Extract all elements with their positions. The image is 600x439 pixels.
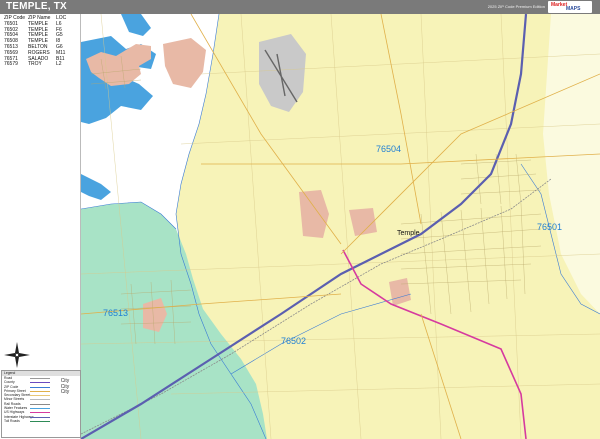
legend-swatch	[30, 412, 50, 414]
legend-swatch	[30, 420, 50, 422]
legend-swatch	[30, 395, 50, 397]
legend-swatch	[30, 382, 50, 384]
brand-logo: Market MAPS	[548, 1, 592, 13]
map-canvas[interactable]: 76504 76501 76513 76502 Temple	[81, 14, 600, 439]
zip-label-76504: 76504	[376, 144, 402, 154]
zip-code-cell: 76579	[4, 61, 18, 68]
compass-rose-icon	[4, 342, 30, 368]
legend-swatch	[30, 416, 50, 418]
city-label-temple: Temple	[397, 230, 420, 237]
edition-label: 2025 ZIP Code Premium Edition	[487, 4, 545, 9]
zip-code-table: ZIP Code ZIP Name LOC 76501 TEMPLE L6 76…	[4, 15, 76, 68]
legend-swatch	[30, 408, 50, 410]
zip-label-76501: 76501	[537, 222, 563, 232]
legend-swatch	[30, 386, 50, 388]
map-svg	[81, 14, 600, 439]
logo-line-2: MAPS	[566, 6, 581, 12]
legend-swatch	[30, 403, 50, 405]
logo-line-1: Market	[551, 2, 568, 8]
loc-cell: L2	[56, 61, 62, 68]
zip-name-cell: TROY	[28, 61, 42, 68]
legend-swatch	[30, 399, 50, 401]
legend-label: Toll Roads	[4, 418, 20, 423]
legend-city-text: City	[60, 389, 70, 395]
map-header: TEMPLE, TX 2025 ZIP Code Premium Edition…	[0, 0, 600, 14]
map-title: TEMPLE, TX	[6, 1, 67, 12]
legend-swatch	[30, 378, 50, 379]
legend-city-sample: City City City	[52, 378, 78, 396]
legend-swatch	[30, 390, 50, 392]
zip-label-76502: 76502	[281, 336, 307, 346]
table-row: 76579 TROY L2	[4, 62, 76, 68]
map-legend: Legend Road County ZIP Code Primary Stre…	[1, 370, 81, 438]
legend-row: Toll Roads	[2, 419, 80, 423]
zip-label-76513: 76513	[103, 308, 129, 318]
